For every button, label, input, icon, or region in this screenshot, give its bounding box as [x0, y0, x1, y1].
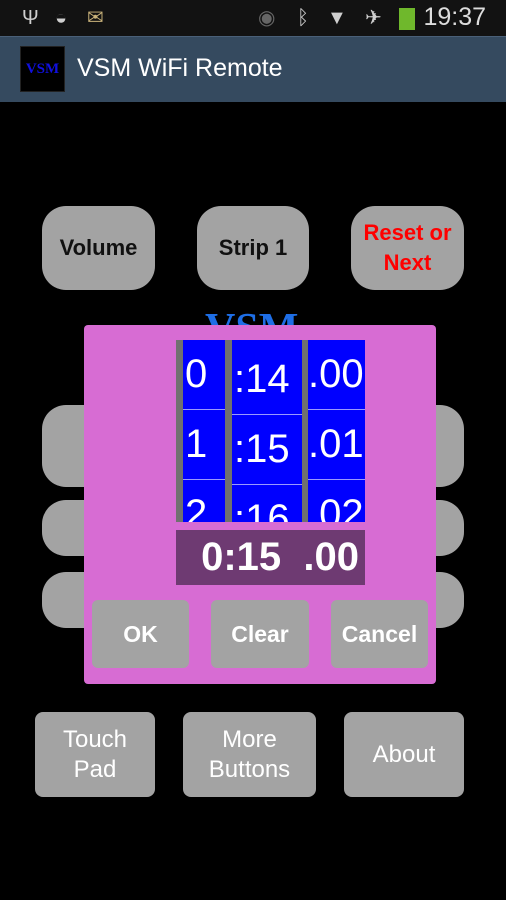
picker-item-selected[interactable]: .01 — [308, 410, 365, 480]
reset-or-next-button[interactable]: Reset or Next — [351, 206, 464, 290]
seconds-picker[interactable]: :14 :15 :16 — [232, 340, 302, 522]
clear-button[interactable]: Clear — [211, 600, 309, 668]
battery-charging-icon — [399, 8, 415, 30]
picker-item[interactable]: 2 — [183, 480, 225, 522]
picker-item[interactable]: .02 — [308, 480, 365, 522]
column-divider — [225, 340, 232, 522]
eye-icon: ◉ — [258, 7, 276, 29]
strip-button[interactable]: Strip 1 — [197, 206, 309, 290]
usb-icon: Ψ — [22, 7, 39, 29]
volume-button[interactable]: Volume — [42, 206, 155, 290]
status-bar: Ψ ◒ ✉ ◉ ᛒ ▼ ✈ 19:37 — [0, 0, 506, 36]
wifi-signal-icon: ▼ — [327, 7, 347, 29]
bluetooth-icon: ᛒ — [297, 7, 309, 29]
picker-item[interactable]: 0 — [183, 340, 225, 410]
wifi-lock-icon: ◒ — [55, 7, 68, 29]
picker-item-selected[interactable]: 1 — [183, 410, 225, 480]
airplane-icon: ✈ — [365, 7, 382, 29]
more-buttons-button[interactable]: More Buttons — [183, 712, 316, 797]
picker-item[interactable]: :14 — [232, 345, 302, 415]
ok-button[interactable]: OK — [92, 600, 189, 668]
app-title: VSM WiFi Remote — [77, 54, 283, 82]
picker-item[interactable]: :16 — [232, 485, 302, 522]
app-logo: VSM — [20, 46, 65, 92]
action-bar: VSM VSM WiFi Remote — [0, 36, 506, 102]
minutes-picker[interactable]: 0 1 2 — [183, 340, 225, 522]
time-display: 0:15 .00 — [176, 530, 365, 585]
picker-item-selected[interactable]: :15 — [232, 415, 302, 485]
time-picker-dialog: 0 1 2 :14 :15 :16 .00 .01 .02 0:15 .00 O… — [84, 325, 436, 684]
clock: 19:37 — [423, 3, 486, 31]
column-divider — [176, 340, 183, 522]
cancel-button[interactable]: Cancel — [331, 600, 428, 668]
hundredths-picker[interactable]: .00 .01 .02 — [308, 340, 365, 522]
touch-pad-button[interactable]: Touch Pad — [35, 712, 155, 797]
about-button[interactable]: About — [344, 712, 464, 797]
email-icon: ✉ — [87, 7, 104, 29]
picker-item[interactable]: .00 — [308, 340, 365, 410]
